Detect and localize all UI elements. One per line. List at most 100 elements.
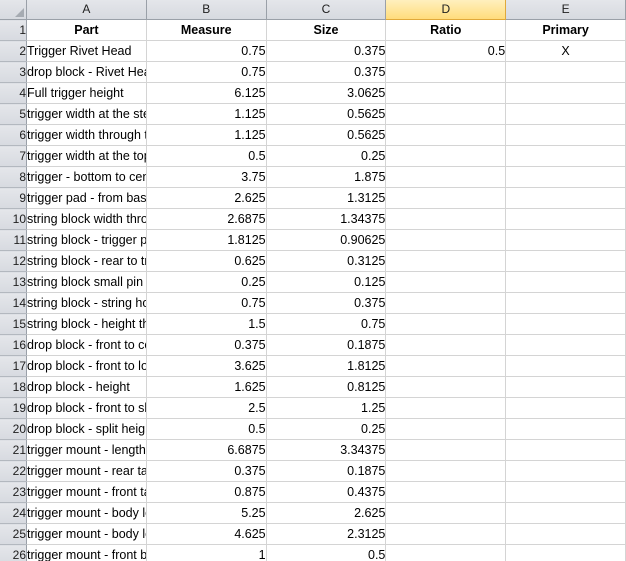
row-header-8[interactable]: 8	[0, 166, 27, 188]
row-header-9[interactable]: 9	[0, 187, 27, 209]
row-header-5[interactable]: 5	[0, 103, 27, 125]
cell-d24[interactable]	[385, 502, 507, 524]
row-header-3[interactable]: 3	[0, 61, 27, 83]
cell-b26[interactable]: 1	[146, 544, 267, 561]
cell-d15[interactable]	[385, 313, 507, 335]
cell-d7[interactable]	[385, 145, 507, 167]
cell-a1[interactable]: Part	[26, 19, 147, 41]
cell-a10[interactable]: string block width through trigger pin a…	[26, 208, 147, 230]
cell-c8[interactable]: 1.875	[266, 166, 387, 188]
cell-b11[interactable]: 1.8125	[146, 229, 267, 251]
cell-d8[interactable]	[385, 166, 507, 188]
cell-d21[interactable]	[385, 439, 507, 461]
row-header-23[interactable]: 23	[0, 481, 27, 503]
cell-c9[interactable]: 1.3125	[266, 187, 387, 209]
cell-e9[interactable]	[505, 187, 626, 209]
cell-e20[interactable]	[505, 418, 626, 440]
row-header-7[interactable]: 7	[0, 145, 27, 167]
cell-c7[interactable]: 0.25	[266, 145, 387, 167]
cell-b16[interactable]: 0.375	[146, 334, 267, 356]
cell-e5[interactable]	[505, 103, 626, 125]
row-header-2[interactable]: 2	[0, 40, 27, 62]
cell-c19[interactable]: 1.25	[266, 397, 387, 419]
cell-c14[interactable]: 0.375	[266, 292, 387, 314]
cell-a17[interactable]: drop block - front to long arm	[26, 355, 147, 377]
cell-b12[interactable]: 0.625	[146, 250, 267, 272]
cell-d12[interactable]	[385, 250, 507, 272]
cell-a24[interactable]: trigger mount - body length at top	[26, 502, 147, 524]
cell-d4[interactable]	[385, 82, 507, 104]
row-header-22[interactable]: 22	[0, 460, 27, 482]
cell-c17[interactable]: 1.8125	[266, 355, 387, 377]
cell-b2[interactable]: 0.75	[146, 40, 267, 62]
row-header-14[interactable]: 14	[0, 292, 27, 314]
cell-b17[interactable]: 3.625	[146, 355, 267, 377]
cell-d23[interactable]	[385, 481, 507, 503]
cell-c23[interactable]: 0.4375	[266, 481, 387, 503]
cell-d5[interactable]	[385, 103, 507, 125]
cell-a13[interactable]: string block small pin	[26, 271, 147, 293]
row-header-4[interactable]: 4	[0, 82, 27, 104]
cell-a5[interactable]: trigger width at the step above the fing…	[26, 103, 147, 125]
cell-b20[interactable]: 0.5	[146, 418, 267, 440]
cell-d16[interactable]	[385, 334, 507, 356]
cell-b10[interactable]: 2.6875	[146, 208, 267, 230]
cell-e6[interactable]	[505, 124, 626, 146]
row-header-25[interactable]: 25	[0, 523, 27, 545]
cell-b1[interactable]: Measure	[146, 19, 267, 41]
cell-e17[interactable]	[505, 355, 626, 377]
row-header-18[interactable]: 18	[0, 376, 27, 398]
cell-c3[interactable]: 0.375	[266, 61, 387, 83]
cell-a15[interactable]: string block - height through trigger pi…	[26, 313, 147, 335]
cell-c1[interactable]: Size	[266, 19, 387, 41]
cell-d13[interactable]	[385, 271, 507, 293]
row-header-17[interactable]: 17	[0, 355, 27, 377]
cell-c6[interactable]: 0.5625	[266, 124, 387, 146]
cell-e12[interactable]	[505, 250, 626, 272]
cell-b21[interactable]: 6.6875	[146, 439, 267, 461]
cell-c24[interactable]: 2.625	[266, 502, 387, 524]
row-header-1[interactable]: 1	[0, 19, 27, 41]
cell-c10[interactable]: 1.34375	[266, 208, 387, 230]
cell-b5[interactable]: 1.125	[146, 103, 267, 125]
cell-d17[interactable]	[385, 355, 507, 377]
cell-b15[interactable]: 1.5	[146, 313, 267, 335]
cell-c18[interactable]: 0.8125	[266, 376, 387, 398]
column-header-e[interactable]: E	[505, 0, 626, 20]
cell-b24[interactable]: 5.25	[146, 502, 267, 524]
cell-a8[interactable]: trigger - bottom to center of pin center	[26, 166, 147, 188]
cell-b9[interactable]: 2.625	[146, 187, 267, 209]
cell-b13[interactable]: 0.25	[146, 271, 267, 293]
cell-d25[interactable]	[385, 523, 507, 545]
cell-a18[interactable]: drop block - height	[26, 376, 147, 398]
cell-e8[interactable]	[505, 166, 626, 188]
cell-a11[interactable]: string block - trigger pin center to cen…	[26, 229, 147, 251]
cell-e25[interactable]	[505, 523, 626, 545]
cell-c5[interactable]: 0.5625	[266, 103, 387, 125]
row-header-16[interactable]: 16	[0, 334, 27, 356]
cell-b25[interactable]: 4.625	[146, 523, 267, 545]
cell-d19[interactable]	[385, 397, 507, 419]
cell-c11[interactable]: 0.90625	[266, 229, 387, 251]
cell-d26[interactable]	[385, 544, 507, 561]
row-header-6[interactable]: 6	[0, 124, 27, 146]
cell-a6[interactable]: trigger width through the center of the …	[26, 124, 147, 146]
cell-d2[interactable]: 0.5	[385, 40, 507, 62]
row-header-24[interactable]: 24	[0, 502, 27, 524]
column-header-a[interactable]: A	[26, 0, 147, 20]
cell-c26[interactable]: 0.5	[266, 544, 387, 561]
cell-a25[interactable]: trigger mount - body length at bottom	[26, 523, 147, 545]
cell-b8[interactable]: 3.75	[146, 166, 267, 188]
cell-b22[interactable]: 0.375	[146, 460, 267, 482]
cell-c21[interactable]: 3.34375	[266, 439, 387, 461]
column-header-b[interactable]: B	[146, 0, 267, 20]
cell-e18[interactable]	[505, 376, 626, 398]
cell-c20[interactable]: 0.25	[266, 418, 387, 440]
row-header-10[interactable]: 10	[0, 208, 27, 230]
row-header-11[interactable]: 11	[0, 229, 27, 251]
cell-c25[interactable]: 2.3125	[266, 523, 387, 545]
cell-e26[interactable]	[505, 544, 626, 561]
cell-b7[interactable]: 0.5	[146, 145, 267, 167]
cell-d11[interactable]	[385, 229, 507, 251]
cell-e4[interactable]	[505, 82, 626, 104]
